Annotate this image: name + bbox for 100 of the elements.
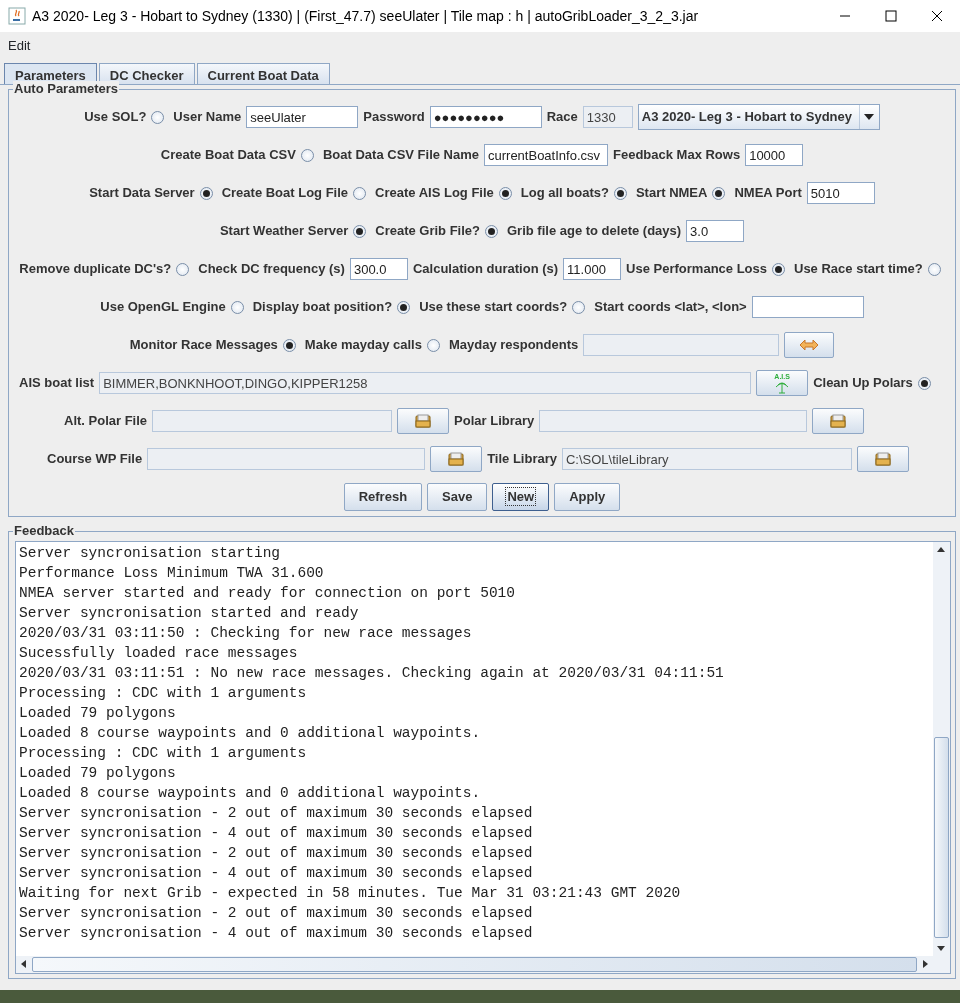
log-line: Server syncronisation starting xyxy=(19,544,282,563)
field-label: Tile Library xyxy=(487,450,557,469)
log-line: Server syncronisation - 4 out of maximum 30 seconds elapsed xyxy=(19,924,534,943)
field-label: Polar Library xyxy=(454,412,535,431)
log-line: Server syncronisation - 2 out of maximum 30 seconds elapsed xyxy=(19,904,534,923)
radio-button[interactable] xyxy=(176,262,190,276)
text-field[interactable]: ●●●●●●●●● xyxy=(429,106,542,128)
log-line: Loaded 79 polygons xyxy=(19,764,177,783)
field-label: Start coords <lat>, <lon> xyxy=(594,298,747,317)
field-label: Create AIS Log File xyxy=(375,184,494,203)
field-label: Log all boats? xyxy=(520,184,609,203)
folder-icon xyxy=(448,452,465,466)
field-label: Use Race start time? xyxy=(794,260,923,279)
folder-icon xyxy=(415,414,432,428)
radio-button[interactable] xyxy=(282,338,296,352)
field-label: Display boat position? xyxy=(252,298,393,317)
field-label: Make mayday calls xyxy=(304,336,422,355)
field-label: Start NMEA xyxy=(635,184,708,203)
radio-button[interactable] xyxy=(426,338,440,352)
action-button[interactable]: Save xyxy=(427,483,488,511)
log-line: Server syncronisation - 2 out of maximum 30 seconds elapsed xyxy=(19,804,534,823)
field-label: Use SOL? xyxy=(84,108,147,127)
field-label: Password xyxy=(363,108,425,127)
field-label: Race xyxy=(546,108,578,127)
radio-button[interactable] xyxy=(397,300,411,314)
scroll-thumb[interactable] xyxy=(934,737,949,938)
field-label: Mayday respondents xyxy=(448,336,579,355)
icon-button[interactable] xyxy=(784,332,835,358)
field-label: Use these start coords? xyxy=(419,298,568,317)
field-label: Monitor Race Messages xyxy=(129,336,278,355)
text-field[interactable] xyxy=(751,296,864,318)
tab[interactable]: DC Checker xyxy=(98,63,195,84)
radio-button[interactable] xyxy=(151,110,165,124)
radio-button[interactable] xyxy=(927,262,941,276)
field-label: Course WP File xyxy=(47,450,143,469)
radio-button[interactable] xyxy=(353,186,367,200)
icon-button[interactable] xyxy=(430,446,483,472)
radio-button[interactable] xyxy=(613,186,627,200)
field-label: Clean Up Polars xyxy=(813,374,913,393)
log-line: NMEA server started and ready for connection on port 5010 xyxy=(19,584,516,603)
folder-icon xyxy=(830,414,847,428)
tab[interactable]: Current Boat Data xyxy=(196,63,330,84)
radio-button[interactable] xyxy=(712,186,726,200)
log-line: Loaded 79 polygons xyxy=(19,704,177,723)
field-label: Check DC frequency (s) xyxy=(198,260,345,279)
log-line: Server syncronisation - 4 out of maximum 30 seconds elapsed xyxy=(19,864,534,883)
field-label: Boat Data CSV File Name xyxy=(322,146,479,165)
icon-button[interactable] xyxy=(812,408,865,434)
menu-item[interactable]: Edit xyxy=(8,36,31,56)
java-app-icon xyxy=(8,7,26,25)
race-dropdown[interactable]: A3 2020- Leg 3 - Hobart to Sydney xyxy=(637,104,880,130)
radio-button[interactable] xyxy=(230,300,244,314)
text-field[interactable]: 11.000 xyxy=(563,258,622,280)
field-label: AIS boat list xyxy=(19,374,95,393)
text-field[interactable]: 5010 xyxy=(806,182,875,204)
field-label: Start Weather Server xyxy=(219,222,349,241)
log-line: Server syncronisation started and ready xyxy=(19,604,360,623)
field-label: Start Data Server xyxy=(89,184,195,203)
log-line: Loaded 8 course waypoints and 0 additional waypoints. xyxy=(19,724,482,743)
log-line: Waiting for next Grib - expected in 58 minutes. Tue Mar 31 03:21:43 GMT 2020 xyxy=(19,884,682,903)
log-line: Sucessfully loaded race messages xyxy=(19,644,299,663)
window-title: A3 2020- Leg 3 - Hobart to Sydney (1330) | (First_47.7) seeUlater | Tile map : h | autoGribLoader_3_2_3.jar xyxy=(32,6,700,26)
swap-arrows-icon xyxy=(799,339,820,351)
field-label: Use OpenGL Engine xyxy=(100,298,226,317)
text-field[interactable]: 10000 xyxy=(745,144,804,166)
field-label: Calculation duration (s) xyxy=(412,260,559,279)
field-label: Grib file age to delete (days) xyxy=(507,222,682,241)
radio-button[interactable] xyxy=(772,262,785,276)
text-field[interactable]: 300.0 xyxy=(349,258,408,280)
field-label: Feedback Max Rows xyxy=(613,146,741,165)
field-label: Use Performance Loss xyxy=(626,260,767,279)
action-button[interactable]: New xyxy=(492,483,550,511)
radio-button[interactable] xyxy=(917,376,931,390)
radio-button[interactable] xyxy=(485,224,498,238)
icon-button[interactable] xyxy=(397,408,450,434)
field-label: Create Grib File? xyxy=(375,222,480,241)
field-label: User Name xyxy=(173,108,242,127)
text-field[interactable]: 3.0 xyxy=(686,220,745,242)
radio-button[interactable] xyxy=(498,186,512,200)
log-line: Server syncronisation - 2 out of maximum 30 seconds elapsed xyxy=(19,844,534,863)
log-line: Processing : CDC with 1 arguments xyxy=(19,744,308,763)
text-field[interactable]: currentBoatInfo.csv xyxy=(484,144,608,166)
log-line: Processing : CDC with 1 arguments xyxy=(19,684,308,703)
log-line: 2020/03/31 03:11:51 : No new race messages. Checking again at 2020/03/31 04:11:51 xyxy=(19,664,725,683)
field-label: NMEA Port xyxy=(734,184,802,203)
text-field[interactable]: seeUlater xyxy=(246,106,359,128)
log-line: 2020/03/31 03:11:50 : Checking for new race messages xyxy=(19,624,473,643)
log-line: Loaded 8 course waypoints and 0 additional waypoints. xyxy=(19,784,482,803)
action-button[interactable]: Refresh xyxy=(343,483,423,511)
radio-button[interactable] xyxy=(199,186,213,200)
action-button[interactable]: Apply xyxy=(554,483,621,511)
radio-button[interactable] xyxy=(353,224,367,238)
log-line: Performance Loss Minimum TWA 31.600 xyxy=(19,564,325,583)
vertical-scrollbar[interactable] xyxy=(933,542,950,956)
icon-button[interactable] xyxy=(856,446,909,472)
field-label: Create Boat Data CSV xyxy=(160,146,296,165)
log-line: Server syncronisation - 4 out of maximum 30 seconds elapsed xyxy=(19,824,534,843)
folder-icon xyxy=(874,452,891,466)
radio-button[interactable] xyxy=(300,148,314,162)
radio-button[interactable] xyxy=(572,300,586,314)
